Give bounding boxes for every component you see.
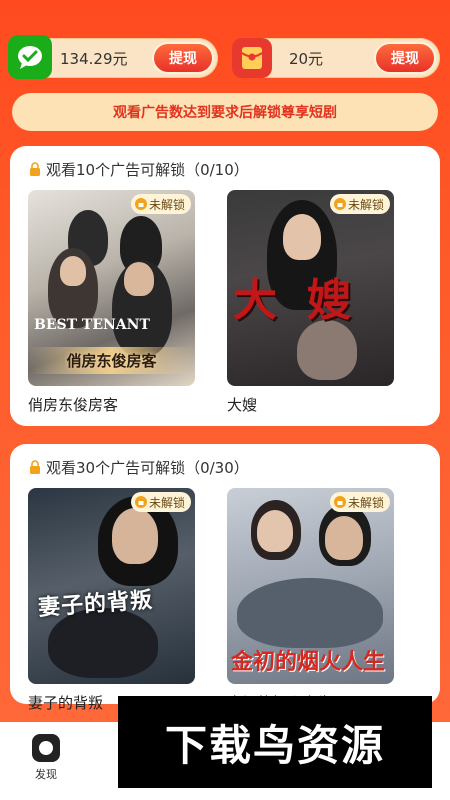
- cash-wallet: 134.29元 提现: [8, 35, 218, 79]
- poster-title: 金初的烟火人生: [231, 649, 386, 675]
- lock-icon: [30, 460, 40, 474]
- poster-title: 俏房东俊房客: [28, 347, 195, 374]
- wechat-icon: [8, 35, 52, 79]
- cash-withdraw-button[interactable]: 提现: [152, 42, 214, 74]
- lock-icon: [30, 162, 40, 176]
- lock-icon: [134, 198, 147, 210]
- lock-icon: [134, 496, 147, 508]
- drama-item[interactable]: BEST TENANT 未解锁 俏房东俊房客 俏房东俊房客: [28, 190, 195, 414]
- drama-poster[interactable]: 金初的烟火人生 未解锁: [227, 488, 394, 684]
- locked-badge: 未解锁: [130, 492, 191, 512]
- wallet-row: 134.29元 提现 20元 提现: [8, 35, 440, 84]
- coupon-withdraw-button[interactable]: 提现: [374, 42, 436, 74]
- drama-name[interactable]: 俏房东俊房客: [28, 394, 195, 414]
- poster-subtitle: BEST TENANT: [34, 317, 150, 333]
- coupon-wallet: 20元 提现: [232, 38, 440, 78]
- lock-icon: [333, 198, 346, 210]
- locked-badge: 未解锁: [130, 194, 191, 214]
- unlock-section-30: 观看30个广告可解锁（0/30） 妻子的背叛 未解锁 妻子的背叛 金初的烟火人生…: [10, 444, 440, 712]
- drama-item[interactable]: 大嫂 未解锁 大嫂: [227, 190, 394, 414]
- section-title: 观看10个广告可解锁（0/10）: [28, 158, 422, 180]
- poster-title: 大嫂: [233, 275, 381, 326]
- drama-item[interactable]: 妻子的背叛 未解锁 妻子的背叛: [28, 488, 195, 712]
- tab-discover[interactable]: 发现: [26, 734, 66, 782]
- tab-discover-label: 发现: [35, 768, 57, 781]
- discover-icon: [32, 734, 60, 762]
- watermark-overlay: 下载鸟资源: [118, 696, 432, 788]
- drama-poster[interactable]: 大嫂 未解锁: [227, 190, 394, 386]
- cash-amount: 134.29元: [60, 49, 128, 68]
- section-title: 观看30个广告可解锁（0/30）: [28, 456, 422, 478]
- lock-icon: [333, 496, 346, 508]
- drama-item[interactable]: 金初的烟火人生 未解锁 金初的烟火人生: [227, 488, 394, 712]
- unlock-section-10: 观看10个广告可解锁（0/10） BEST TENANT 未解锁 俏房东俊房客 …: [10, 146, 440, 426]
- red-envelope-icon: [232, 38, 272, 78]
- unlock-notice: 观看广告数达到要求后解锁尊享短剧: [12, 93, 438, 131]
- drama-name[interactable]: 大嫂: [227, 394, 394, 414]
- locked-badge: 未解锁: [329, 194, 390, 214]
- locked-badge: 未解锁: [329, 492, 390, 512]
- drama-poster[interactable]: 妻子的背叛 未解锁: [28, 488, 195, 684]
- drama-poster[interactable]: BEST TENANT 未解锁 俏房东俊房客: [28, 190, 195, 386]
